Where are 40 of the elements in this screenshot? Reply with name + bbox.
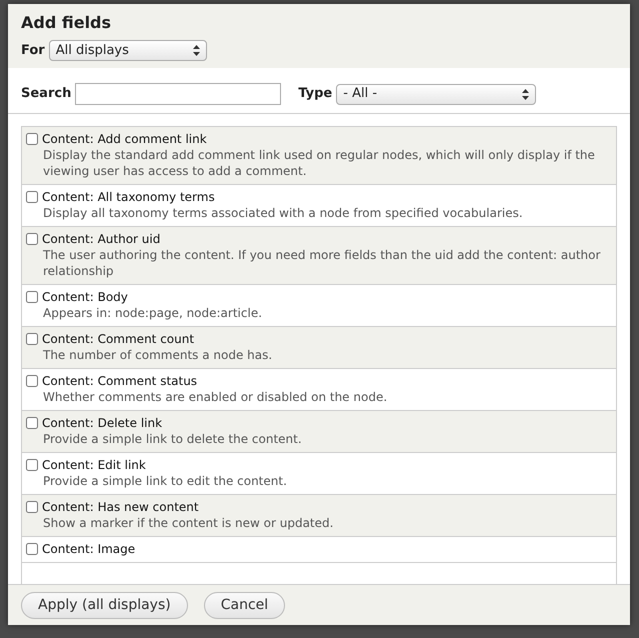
field-option[interactable]: Content: Add comment link <box>26 131 608 147</box>
field-checkbox[interactable] <box>26 291 38 303</box>
type-label: Type <box>298 85 332 104</box>
field-option[interactable]: Content: Image <box>26 541 608 557</box>
field-description: The user authoring the content. If you need more fields than the uid add the content: author relationship <box>42 247 602 279</box>
for-select[interactable]: All displays <box>48 40 207 61</box>
field-option[interactable]: Content: Has new content <box>26 499 608 515</box>
field-description: Whether comments are enabled or disabled on the node. <box>42 389 388 405</box>
search-field[interactable] <box>75 83 282 105</box>
field-checkbox[interactable] <box>26 133 38 145</box>
field-option[interactable]: Content: All taxonomy terms <box>26 189 608 205</box>
field-description: Provide a simple link to delete the content. <box>42 431 303 447</box>
spinner-icon <box>192 45 200 56</box>
field-checkbox[interactable] <box>26 501 38 513</box>
cancel-button[interactable]: Cancel <box>204 592 286 618</box>
spinner-icon <box>522 88 530 100</box>
field-description: Appears in: node:page, node:article. <box>42 305 264 321</box>
field-option[interactable]: Content: Comment count <box>26 331 608 347</box>
field-checkbox[interactable] <box>26 417 38 429</box>
field-checkbox[interactable] <box>26 459 38 471</box>
field-checkbox[interactable] <box>26 191 38 203</box>
field-description: Display the standard add comment link used on regular nodes, which will only display if the viewing user has access to add a comment. <box>42 147 596 179</box>
field-description: Show a marker if the content is new or updated. <box>42 515 334 531</box>
type-select[interactable]: - All - <box>336 84 536 104</box>
search-label: Search <box>21 85 72 104</box>
apply-button[interactable]: Apply (all displays) <box>21 592 188 618</box>
field-description: Provide a simple link to edit the content. <box>42 473 288 489</box>
field-description: The number of comments a node has. <box>42 347 274 363</box>
field-description: Display all taxonomy terms associated with a node from specified vocabularies. <box>42 205 524 221</box>
field-option[interactable]: Content: Delete link <box>26 415 608 431</box>
field-checkbox[interactable] <box>26 543 38 555</box>
field-option[interactable]: Content: Body <box>26 289 608 305</box>
field-checkbox[interactable] <box>26 375 38 387</box>
dialog-title: Add fields <box>21 12 112 34</box>
field-option[interactable]: Content: Edit link <box>26 457 608 473</box>
field-checkbox[interactable] <box>26 233 38 245</box>
field-option[interactable]: Content: Author uid <box>26 231 608 247</box>
field-option[interactable]: Content: Comment status <box>26 373 608 389</box>
field-checkbox[interactable] <box>26 333 38 345</box>
for-label: For <box>21 42 45 60</box>
